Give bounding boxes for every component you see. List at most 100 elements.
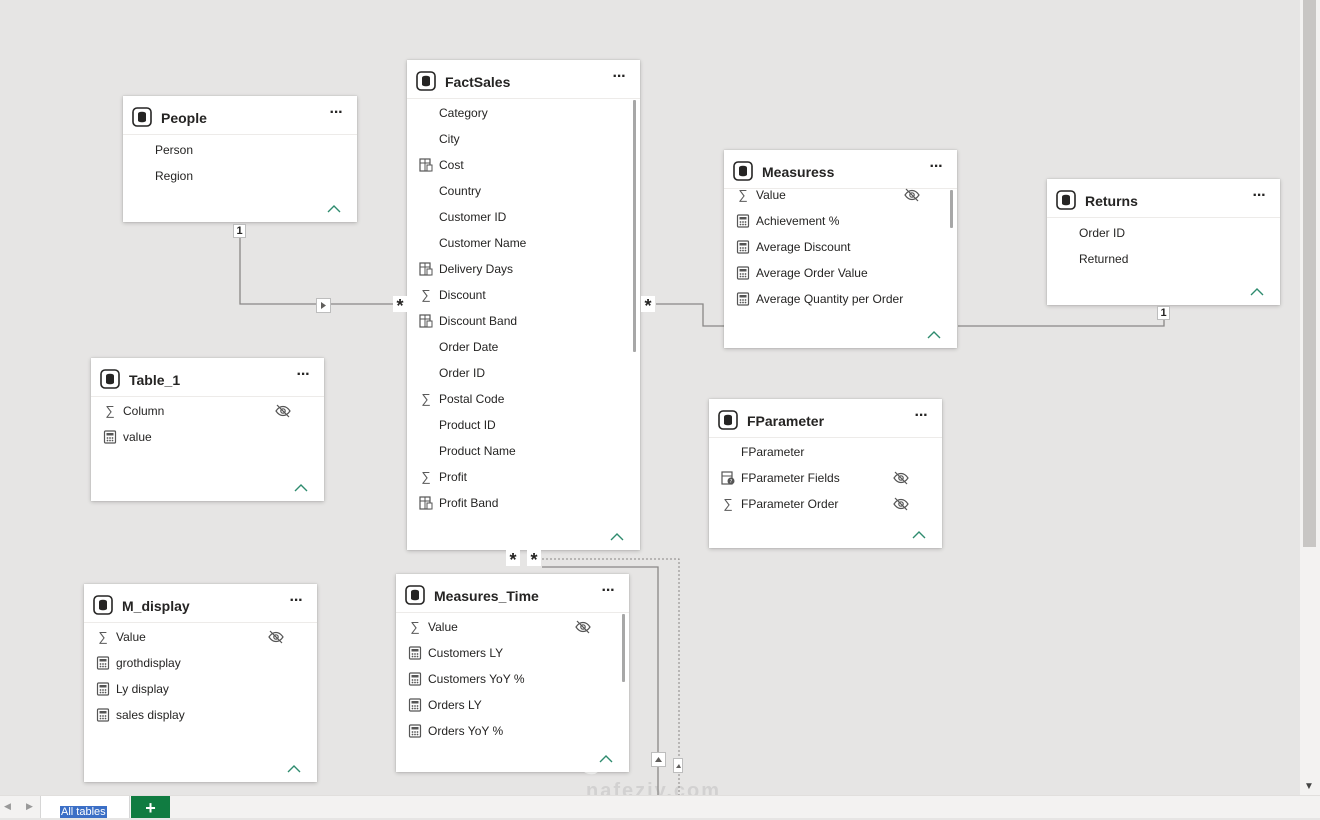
hidden-eye-icon[interactable] xyxy=(274,403,292,419)
collapse-chevron-icon[interactable] xyxy=(912,530,926,540)
scroll-down-arrow-icon[interactable]: ▼ xyxy=(1304,781,1314,792)
hidden-eye-icon[interactable] xyxy=(574,619,592,635)
field-row[interactable]: Ly display xyxy=(84,677,303,703)
field-row[interactable]: Delivery Days xyxy=(407,257,626,283)
field-row[interactable]: Category xyxy=(407,101,626,127)
field-row[interactable]: City xyxy=(407,127,626,153)
collapse-chevron-icon[interactable] xyxy=(927,330,941,340)
more-options-button[interactable]: ··· xyxy=(910,405,932,427)
more-options-button[interactable]: ··· xyxy=(1248,185,1270,207)
table-header[interactable]: Table_1 ··· xyxy=(91,358,324,397)
field-name: Cost xyxy=(439,158,464,172)
table-card-returns[interactable]: Returns ··· Order ID Returned xyxy=(1047,179,1280,305)
add-layout-button[interactable]: + xyxy=(131,796,170,818)
field-name: Ly display xyxy=(116,682,169,696)
table-header[interactable]: M_display ··· xyxy=(84,584,317,623)
field-row[interactable]: ? FParameter Fields xyxy=(709,466,928,492)
collapse-chevron-icon[interactable] xyxy=(287,764,301,774)
table-header[interactable]: Measures_Time ··· xyxy=(396,574,629,613)
hidden-eye-icon[interactable] xyxy=(267,629,285,645)
field-row[interactable]: Discount Band xyxy=(407,309,626,335)
table-header[interactable]: People ··· xyxy=(123,96,357,135)
table-card-m-display[interactable]: M_display ··· ∑ Value grothdisplay Ly dis… xyxy=(84,584,317,782)
field-list-scrollbar[interactable] xyxy=(622,614,625,682)
scroll-tabs-left-icon[interactable]: ◀ xyxy=(4,801,11,812)
field-list-scrollbar[interactable] xyxy=(633,100,636,352)
more-options-button[interactable]: ··· xyxy=(292,364,314,386)
field-row[interactable]: Achievement % xyxy=(724,209,943,235)
field-row[interactable]: sales display xyxy=(84,703,303,729)
collapse-chevron-icon[interactable] xyxy=(1250,287,1264,297)
model-canvas[interactable]: People ··· Person Region FactSales ··· C… xyxy=(0,0,1300,795)
field-row[interactable]: ∑ Value xyxy=(84,625,303,651)
table-header[interactable]: Returns ··· xyxy=(1047,179,1280,218)
more-options-button[interactable]: ··· xyxy=(925,156,947,178)
field-name: sales display xyxy=(116,708,185,722)
measure-icon xyxy=(736,214,750,228)
field-list-scrollbar[interactable] xyxy=(950,190,953,228)
table-card-factsales[interactable]: FactSales ··· Category City Cost Country… xyxy=(407,60,640,550)
field-row[interactable]: Customers LY xyxy=(396,641,615,667)
field-row[interactable]: ∑ FParameter Order xyxy=(709,492,928,518)
table-title: FactSales xyxy=(445,74,511,90)
database-icon xyxy=(405,585,425,605)
tab-all-tables[interactable]: All tables xyxy=(40,796,130,818)
collapse-chevron-icon[interactable] xyxy=(327,204,341,214)
measure-icon xyxy=(96,656,110,670)
field-row[interactable]: Customer ID xyxy=(407,205,626,231)
field-row[interactable]: ∑ Column xyxy=(91,399,310,425)
measure-icon xyxy=(408,698,422,712)
scrollbar-thumb[interactable] xyxy=(1303,0,1316,547)
field-name: City xyxy=(439,132,460,146)
table-header[interactable]: FactSales ··· xyxy=(407,60,640,99)
sigma-icon: ∑ xyxy=(421,287,431,302)
field-row[interactable]: Cost xyxy=(407,153,626,179)
measure-icon xyxy=(408,672,422,686)
more-options-button[interactable]: ··· xyxy=(285,590,307,612)
field-row[interactable]: Profit Band xyxy=(407,491,626,517)
field-row[interactable]: Order Date xyxy=(407,335,626,361)
field-row[interactable]: Person xyxy=(123,138,343,164)
measure-icon xyxy=(736,266,750,280)
field-row[interactable]: Average Discount xyxy=(724,235,943,261)
field-row[interactable]: Returned xyxy=(1047,247,1266,273)
field-name: Order ID xyxy=(439,366,486,380)
collapse-chevron-icon[interactable] xyxy=(610,532,624,542)
field-name: Profit Band xyxy=(439,496,499,510)
field-row[interactable]: grothdisplay xyxy=(84,651,303,677)
field-row[interactable]: value xyxy=(91,425,310,451)
canvas-vertical-scrollbar[interactable]: ▼ xyxy=(1300,0,1320,795)
field-row[interactable]: Product Name xyxy=(407,439,626,465)
field-row[interactable]: Average Quantity per Order xyxy=(724,287,943,313)
table-card-people[interactable]: People ··· Person Region xyxy=(123,96,357,222)
field-row[interactable]: ∑ Discount xyxy=(407,283,626,309)
field-row[interactable]: ∑ Postal Code xyxy=(407,387,626,413)
hidden-eye-icon[interactable] xyxy=(892,496,910,512)
field-row[interactable]: Order ID xyxy=(1047,221,1266,247)
hidden-eye-icon[interactable] xyxy=(892,470,910,486)
collapse-chevron-icon[interactable] xyxy=(294,483,308,493)
field-row[interactable]: ∑ Value xyxy=(396,615,615,641)
field-row[interactable]: Customer Name xyxy=(407,231,626,257)
field-row[interactable]: Product ID xyxy=(407,413,626,439)
field-row[interactable]: Country xyxy=(407,179,626,205)
scroll-tabs-right-icon[interactable]: ▶ xyxy=(26,801,33,812)
field-row[interactable]: Average Order Value xyxy=(724,261,943,287)
more-options-button[interactable]: ··· xyxy=(597,580,619,602)
field-row[interactable]: ∑ Profit xyxy=(407,465,626,491)
table-header[interactable]: FParameter ··· xyxy=(709,399,942,438)
field-row[interactable]: Order ID xyxy=(407,361,626,387)
field-row[interactable]: Orders LY xyxy=(396,693,615,719)
field-row[interactable]: FParameter xyxy=(709,440,928,466)
field-row[interactable]: Customers YoY % xyxy=(396,667,615,693)
field-row[interactable]: Region xyxy=(123,164,343,190)
database-icon xyxy=(132,107,152,127)
field-row[interactable]: ∑ Value xyxy=(724,183,943,209)
field-name: Average Discount xyxy=(756,240,851,254)
more-options-button[interactable]: ··· xyxy=(608,66,630,88)
more-options-button[interactable]: ··· xyxy=(325,102,347,124)
table-card-measuress[interactable]: Measuress ··· ∑ Value Achievement % Avera… xyxy=(724,150,957,348)
table-card-fparameter[interactable]: FParameter ··· FParameter ? FParameter F… xyxy=(709,399,942,548)
hidden-eye-icon[interactable] xyxy=(903,187,921,203)
table-card-table-1[interactable]: Table_1 ··· ∑ Column value xyxy=(91,358,324,501)
